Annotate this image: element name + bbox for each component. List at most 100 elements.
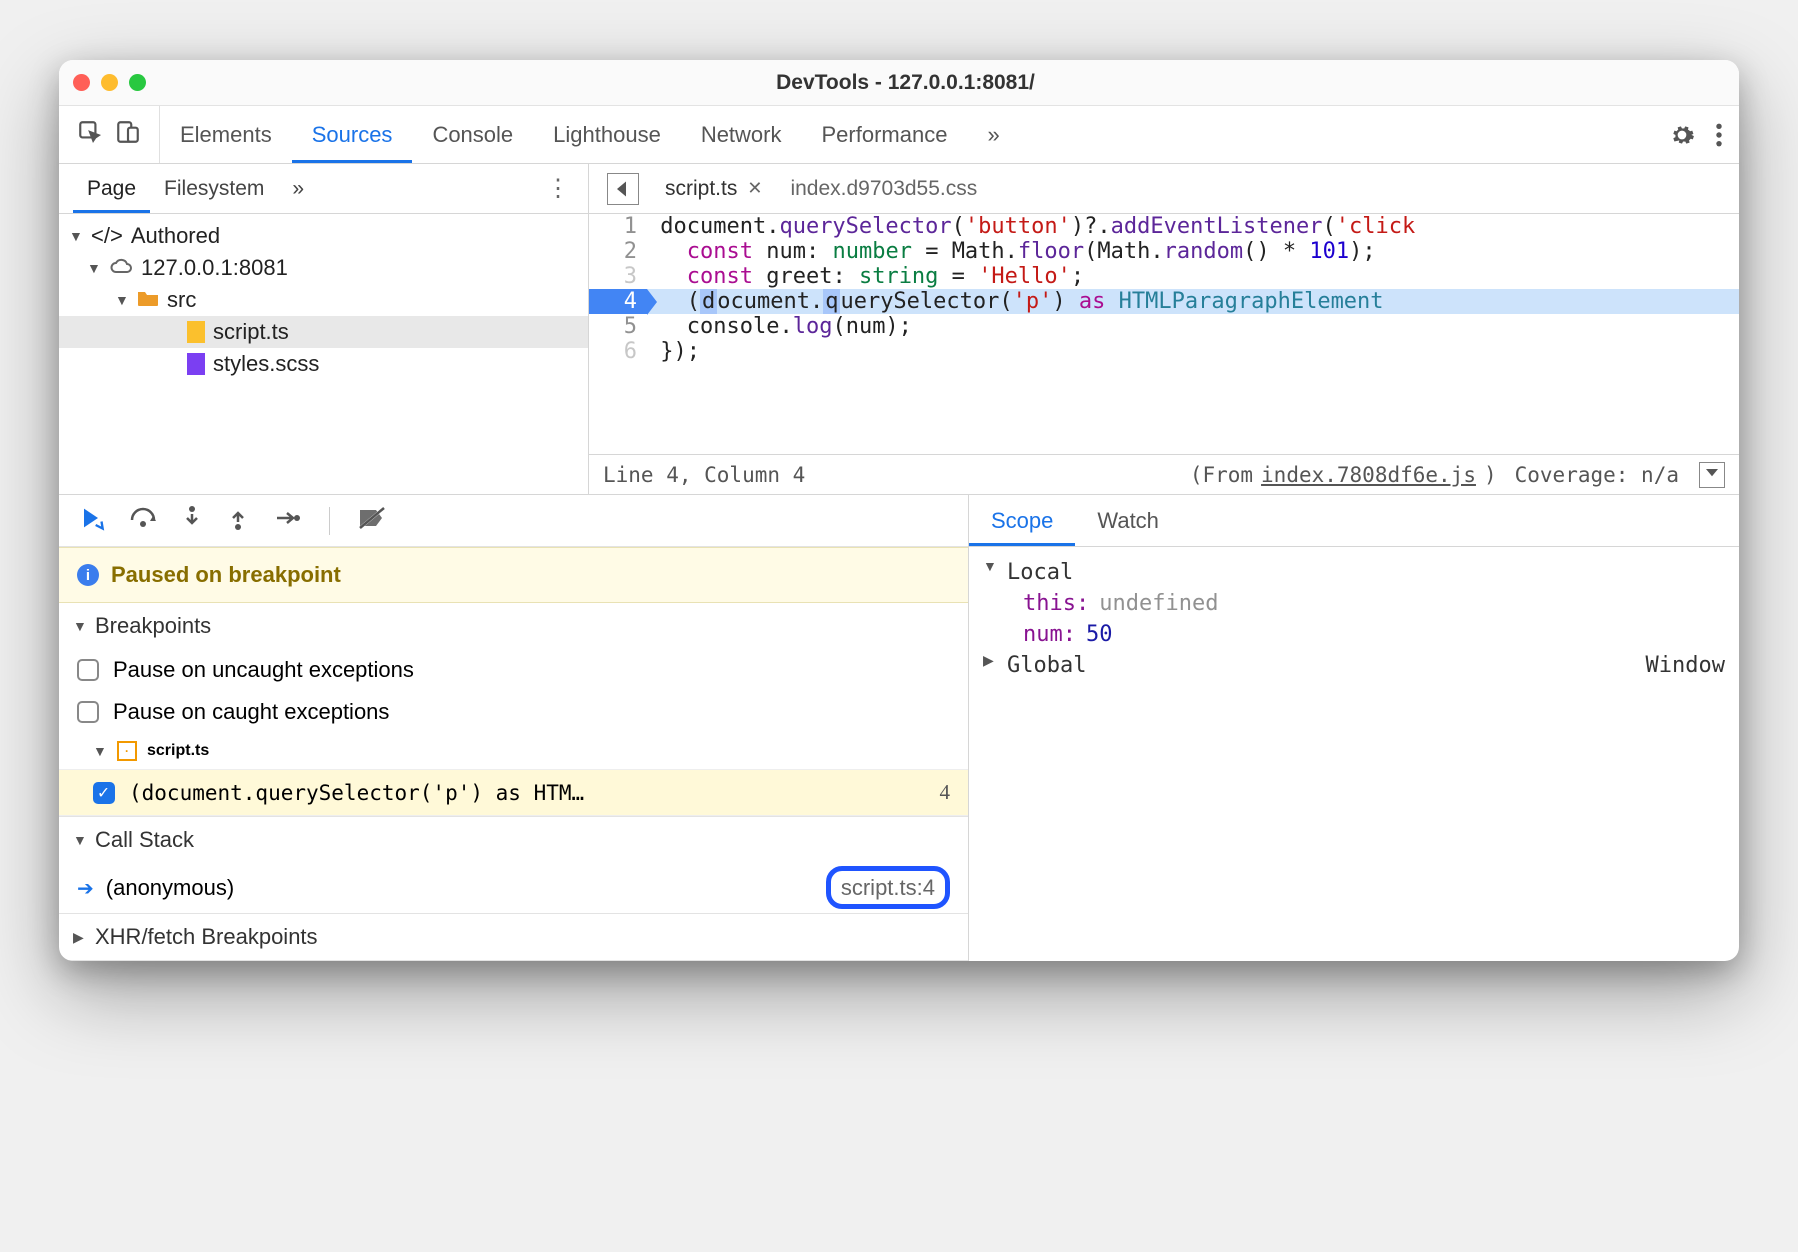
navigator-tab-filesystem[interactable]: Filesystem	[150, 164, 278, 213]
editor-tab-index-css[interactable]: index.d9703d55.css	[778, 177, 989, 201]
xhr-breakpoints-header[interactable]: ▶ XHR/fetch Breakpoints	[59, 914, 968, 960]
tab-elements[interactable]: Elements	[160, 106, 292, 163]
device-toolbar-icon[interactable]	[115, 119, 141, 151]
devtools-window: DevTools - 127.0.0.1:8081/ Elements Sour…	[59, 60, 1739, 961]
frame-location[interactable]: script.ts:4	[826, 866, 950, 909]
source-map-link[interactable]: index.7808df6e.js	[1261, 463, 1476, 487]
pause-caught-row[interactable]: Pause on caught exceptions	[59, 691, 968, 733]
bp-code-text: (document.querySelector('p') as HTM…	[129, 781, 584, 805]
breakpoints-header[interactable]: ▼ Breakpoints	[59, 603, 968, 649]
debugger-right-pane: Scope Watch ▼ Local this: undefined num:…	[969, 495, 1739, 961]
cursor-position: Line 4, Column 4	[603, 463, 805, 487]
step-out-icon[interactable]	[227, 505, 249, 536]
scope-local-header[interactable]: ▼ Local	[983, 557, 1725, 588]
callstack-header[interactable]: ▼ Call Stack	[59, 817, 968, 863]
navigator-tabs: Page Filesystem » ⋮	[59, 164, 589, 213]
editor-tabs: script.ts ✕ index.d9703d55.css	[589, 164, 1739, 213]
coverage-toggle-icon[interactable]	[1699, 462, 1725, 488]
section-title: Call Stack	[95, 827, 194, 853]
step-icon[interactable]	[273, 507, 301, 534]
tree-file-script-ts[interactable]: script.ts	[59, 316, 588, 348]
navigator-tab-page[interactable]: Page	[73, 164, 150, 213]
frame-name: (anonymous)	[106, 875, 234, 901]
navigator-tabs-overflow-icon[interactable]: »	[278, 177, 318, 201]
step-into-icon[interactable]	[181, 505, 203, 536]
scope-body: ▼ Local this: undefined num: 50 ▶ Global…	[969, 547, 1739, 691]
traffic-lights	[73, 74, 146, 91]
tab-lighthouse[interactable]: Lighthouse	[533, 106, 681, 163]
scss-file-icon	[187, 353, 205, 375]
disclosure-down-icon: ▼	[983, 560, 997, 585]
tree-file-styles-scss[interactable]: styles.scss	[59, 348, 588, 380]
tree-label: script.ts	[213, 319, 289, 345]
tab-console[interactable]: Console	[412, 106, 533, 163]
tab-sources[interactable]: Sources	[292, 106, 413, 163]
debugger-toolbar	[59, 495, 968, 547]
close-window-icon[interactable]	[73, 74, 90, 91]
code-line-3: const greet: string = 'Hello';	[647, 264, 1739, 289]
kebab-menu-icon[interactable]	[1715, 122, 1723, 148]
source-file-icon: ·	[117, 741, 137, 761]
paused-banner: i Paused on breakpoint	[59, 547, 968, 603]
tree-host[interactable]: ▼ 127.0.0.1:8081	[59, 252, 588, 284]
breakpoint-file-group[interactable]: ▼ · script.ts	[59, 733, 968, 769]
breakpoint-entry[interactable]: (document.querySelector('p') as HTM… 4	[59, 769, 968, 816]
close-tab-icon[interactable]: ✕	[747, 178, 762, 199]
scope-var-num[interactable]: num: 50	[983, 619, 1725, 650]
settings-gear-icon[interactable]	[1669, 122, 1695, 148]
current-frame-arrow-icon: ➔	[77, 876, 94, 901]
toolbar-divider	[329, 507, 330, 535]
tab-network[interactable]: Network	[681, 106, 802, 163]
editor-tab-script-ts[interactable]: script.ts ✕	[653, 177, 774, 201]
section-title: Breakpoints	[95, 613, 211, 639]
callstack-frame[interactable]: ➔ (anonymous) script.ts:4	[59, 863, 968, 913]
scope-global-header[interactable]: ▶ Global Window	[983, 650, 1725, 681]
disclosure-down-icon: ▼	[73, 832, 87, 848]
toggle-navigator-icon[interactable]	[607, 173, 639, 205]
tab-scope[interactable]: Scope	[969, 495, 1075, 546]
editor-statusbar: Line 4, Column 4 (From index.7808df6e.js…	[589, 454, 1739, 494]
tree-folder-src[interactable]: ▼ src	[59, 284, 588, 316]
scope-value: Window	[1646, 653, 1725, 678]
code-line-6: });	[647, 339, 1739, 364]
code-brackets-icon: </>	[91, 223, 123, 249]
tab-performance[interactable]: Performance	[802, 106, 968, 163]
disclosure-right-icon: ▶	[73, 929, 87, 946]
checkbox-label: Pause on uncaught exceptions	[113, 657, 414, 683]
disclosure-down-icon: ▼	[87, 260, 101, 276]
fullscreen-window-icon[interactable]	[129, 74, 146, 91]
sources-body: ▼ </> Authored ▼ 127.0.0.1:8081 ▼ src	[59, 214, 1739, 494]
code-editor[interactable]: 1 document.querySelector('button')?.addE…	[589, 214, 1739, 494]
folder-icon	[137, 287, 159, 313]
checkbox-checked-icon[interactable]	[93, 782, 115, 804]
resume-icon[interactable]	[77, 504, 105, 537]
frame-location-highlight: script.ts:4	[826, 875, 950, 901]
pause-uncaught-row[interactable]: Pause on uncaught exceptions	[59, 649, 968, 691]
titlebar: DevTools - 127.0.0.1:8081/	[59, 60, 1739, 106]
ts-file-icon	[187, 321, 205, 343]
navigator-kebab-icon[interactable]: ⋮	[528, 174, 588, 203]
bp-line-number: 4	[940, 780, 951, 805]
tree-label: Authored	[131, 223, 220, 249]
checkbox-icon[interactable]	[77, 659, 99, 681]
tab-watch[interactable]: Watch	[1075, 495, 1181, 546]
disclosure-right-icon: ▶	[983, 653, 997, 678]
disclosure-down-icon: ▼	[115, 292, 129, 308]
window-title: DevTools - 127.0.0.1:8081/	[146, 71, 1665, 95]
editor-tab-label: index.d9703d55.css	[790, 177, 977, 201]
checkbox-icon[interactable]	[77, 701, 99, 723]
info-icon: i	[77, 564, 99, 586]
var-value: undefined	[1099, 591, 1218, 616]
inspect-element-icon[interactable]	[77, 119, 103, 151]
code-line-1: document.querySelector('button')?.addEve…	[647, 214, 1739, 239]
tree-root-authored[interactable]: ▼ </> Authored	[59, 220, 588, 252]
minimize-window-icon[interactable]	[101, 74, 118, 91]
deactivate-breakpoints-icon[interactable]	[358, 506, 386, 535]
debugger-panels: i Paused on breakpoint ▼ Breakpoints Pau…	[59, 494, 1739, 961]
scope-name: Local	[1007, 560, 1073, 585]
tabs-overflow-icon[interactable]: »	[967, 106, 1019, 163]
from-label: (From	[1190, 463, 1253, 487]
step-over-icon[interactable]	[129, 506, 157, 535]
scope-var-this[interactable]: this: undefined	[983, 588, 1725, 619]
var-name: this:	[1023, 591, 1089, 616]
